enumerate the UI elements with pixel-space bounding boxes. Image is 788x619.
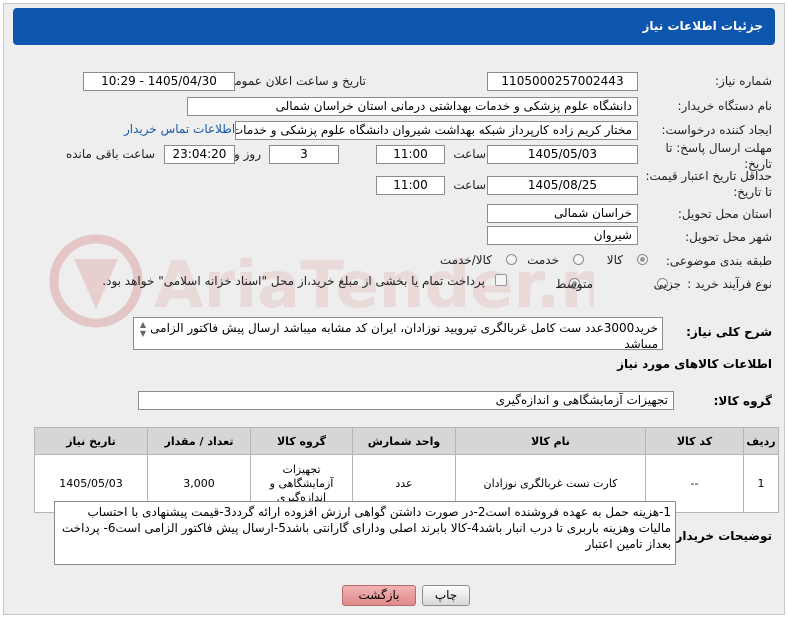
buyer-org-label: نام دستگاه خریدار: [677,99,773,113]
city-label: شهر محل تحویل: [685,230,772,244]
deadline-remaining-label: ساعت باقی مانده [65,147,155,161]
purchase-option-medium: متوسط [555,277,593,291]
province-field: خراسان شمالی [487,204,638,223]
col-qty: تعداد / مقدار [147,427,251,455]
col-code: کد کالا [645,427,744,455]
category-option-goods-service: کالا/خدمت [439,253,492,267]
buyer-contact-link[interactable]: اطلاعات تماس خریدار [124,122,235,136]
category-option-service: خدمت [527,253,559,267]
province-label: استان محل تحویل: [677,207,772,221]
col-row: ردیف [743,427,779,455]
buyer-notes-textarea[interactable]: 1-هزینه حمل به عهده فروشنده است2-در صورت… [54,501,676,565]
creator-label: ایجاد کننده درخواست: [661,123,772,137]
category-radio-goods[interactable] [637,254,648,265]
validity-label-line1: حداقل تاریخ اعتبار قیمت: [645,169,772,183]
treasury-checkbox[interactable] [495,274,507,286]
goods-group-field: تجهیزات آزمایشگاهی و اندازه‌گیری [138,391,674,410]
need-number-field: 1105000257002443 [487,72,638,91]
category-label: طبقه بندی موضوعی: [665,254,772,268]
deadline-time-label: ساعت [453,147,486,161]
col-date: تاریخ نیاز [34,427,148,455]
creator-field: مختار کریم زاده کارپرداز شبکه بهداشت شیر… [235,121,638,140]
purchase-type-label: نوع فرآیند خرید : [687,277,772,291]
page-title: جزئیات اطلاعات نیاز [642,19,763,33]
description-label: شرح کلی نیاز: [686,325,772,339]
deadline-days-label: روز و [234,147,261,161]
deadline-days-field: 3 [269,145,339,164]
col-group: گروه کالا [250,427,353,455]
description-text: خرید3000عدد ست کامل غربالگری تیرویید نوز… [150,321,658,350]
scroll-arrows-icon[interactable]: ▲ ▼ [138,320,148,338]
category-option-goods: کالا [606,253,623,267]
goods-group-label: گروه کالا: [713,394,772,408]
main-panel: جزئیات اطلاعات نیاز AriaTender.neT شماره… [3,3,785,615]
purchase-option-minor: جزیی [653,277,681,291]
title-bar: جزئیات اطلاعات نیاز [13,8,775,45]
print-button[interactable]: چاپ [422,585,470,606]
deadline-remaining-field: 23:04:20 [164,145,235,164]
validity-label-line2: تا تاریخ: [733,185,772,199]
city-field: شیروان [487,226,638,245]
validity-time-field: 11:00 [376,176,445,195]
buyer-notes-text: 1-هزینه حمل به عهده فروشنده است2-در صورت… [61,505,671,551]
back-button[interactable]: بازگشت [342,585,416,606]
deadline-date-field: 1405/05/03 [487,145,638,164]
buyer-notes-label: توضیحات خریدار: [670,529,772,543]
deadline-time-field: 11:00 [376,145,445,164]
description-textarea[interactable]: خرید3000عدد ست کامل غربالگری تیرویید نوز… [133,317,663,350]
col-unit: واحد شمارش [352,427,456,455]
treasury-note: پرداخت تمام یا بخشی از مبلغ خرید،از محل … [102,274,485,288]
goods-section-title: اطلاعات کالاهای مورد نیاز [617,357,772,371]
category-radio-service[interactable] [573,254,584,265]
deadline-label-line1: مهلت ارسال پاسخ: تا [665,141,772,155]
items-table-header: ردیف کد کالا نام کالا واحد شمارش گروه کا… [34,427,779,455]
category-radio-goods-service[interactable] [506,254,517,265]
announce-field: 1405/04/30 - 10:29 [83,72,235,91]
announce-label: تاریخ و ساعت اعلان عمومی: [221,74,366,88]
buyer-org-field: دانشگاه علوم پزشکی و خدمات بهداشتی درمان… [187,97,638,116]
validity-time-label: ساعت [453,178,486,192]
cell-row: 1 [743,454,779,513]
col-name: نام کالا [455,427,646,455]
validity-date-field: 1405/08/25 [487,176,638,195]
need-number-label: شماره نیاز: [715,74,772,88]
